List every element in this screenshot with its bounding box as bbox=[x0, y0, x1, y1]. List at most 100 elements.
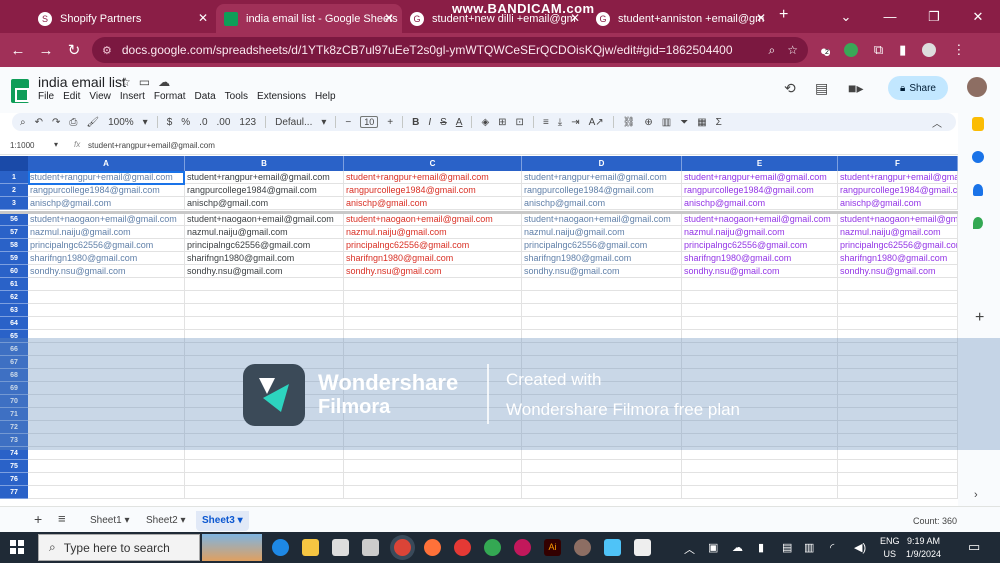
zoom-icon[interactable]: ⌕ bbox=[769, 43, 776, 58]
table-cell[interactable]: nazmul.naiju@gmail.com bbox=[344, 226, 522, 239]
table-cell[interactable]: student+rangpur+email@gmail.c bbox=[838, 171, 958, 184]
table-cell[interactable] bbox=[682, 486, 838, 499]
forward-icon[interactable]: → bbox=[32, 42, 60, 59]
row-header[interactable]: 77 bbox=[0, 486, 28, 499]
avatar[interactable] bbox=[967, 77, 987, 97]
table-cell[interactable] bbox=[682, 317, 838, 330]
row-header[interactable]: 76 bbox=[0, 473, 28, 486]
table-cell[interactable] bbox=[838, 473, 958, 486]
wifi-icon[interactable]: ◜ bbox=[830, 541, 834, 554]
row-header[interactable]: 59 bbox=[0, 252, 28, 265]
reload-icon[interactable]: ↻ bbox=[60, 41, 88, 59]
table-cell[interactable] bbox=[185, 291, 344, 304]
meet-icon[interactable]: ■▸ bbox=[848, 80, 863, 97]
cloud-icon[interactable]: ☁ bbox=[158, 75, 170, 89]
file-explorer-icon[interactable] bbox=[302, 539, 319, 556]
add-ons-icon[interactable]: + bbox=[975, 309, 984, 327]
sheets-logo-icon[interactable] bbox=[11, 79, 29, 103]
currency-button[interactable]: $ bbox=[167, 117, 173, 128]
table-cell[interactable]: principalngc62556@gmail.com bbox=[838, 239, 958, 252]
volume-icon[interactable]: ◀) bbox=[854, 541, 866, 554]
table-cell[interactable] bbox=[838, 291, 958, 304]
insert-comment-icon[interactable]: ⊕ bbox=[644, 117, 652, 128]
chrome-profile-2-icon[interactable] bbox=[514, 539, 531, 556]
row-header[interactable]: 58 bbox=[0, 239, 28, 252]
document-title[interactable]: india email list bbox=[38, 74, 126, 90]
minimize-icon[interactable]: — bbox=[868, 0, 912, 33]
table-cell[interactable]: nazmul.naiju@gmail.com bbox=[838, 226, 958, 239]
table-cell[interactable]: nazmul.naiju@gmail.com bbox=[682, 226, 838, 239]
chevron-down-icon[interactable]: ⌄ bbox=[824, 0, 868, 33]
more-vert-icon[interactable]: ⋮ bbox=[952, 42, 965, 58]
table-cell[interactable] bbox=[185, 304, 344, 317]
site-info-icon[interactable]: ⚙ bbox=[102, 44, 112, 57]
table-cell[interactable] bbox=[28, 291, 185, 304]
table-cell[interactable] bbox=[28, 304, 185, 317]
history-icon[interactable]: ⟲ bbox=[784, 80, 796, 97]
table-cell[interactable] bbox=[344, 317, 522, 330]
number-format-button[interactable]: 123 bbox=[239, 117, 256, 128]
menu-file[interactable]: File bbox=[38, 91, 54, 102]
table-cell[interactable] bbox=[682, 291, 838, 304]
table-cell[interactable] bbox=[522, 317, 682, 330]
illustrator-icon[interactable]: Ai bbox=[544, 539, 561, 556]
profile-icon[interactable] bbox=[922, 43, 937, 57]
tray-app-2-icon[interactable]: ▤ bbox=[782, 541, 792, 554]
browser-tab-search-2[interactable]: G student+anniston +email@gm ✕ bbox=[588, 4, 774, 33]
strikethrough-button[interactable]: S bbox=[440, 117, 447, 128]
formula-input[interactable]: student+rangpur+email@gmail.com bbox=[88, 141, 215, 150]
filter-views-icon[interactable]: ▦ bbox=[697, 117, 706, 128]
table-cell[interactable]: rangpurcollege1984@gmail.com bbox=[28, 184, 185, 197]
table-cell[interactable]: anischp@gmail.com bbox=[185, 197, 344, 210]
contacts-icon[interactable] bbox=[973, 184, 983, 196]
chevron-down-icon[interactable]: ▾ bbox=[54, 140, 58, 149]
menu-data[interactable]: Data bbox=[195, 91, 216, 102]
table-cell[interactable]: sharifngn1980@gmail.com bbox=[838, 252, 958, 265]
table-cell[interactable]: principalngc62556@gmail.com bbox=[185, 239, 344, 252]
frozen-rows-divider[interactable] bbox=[0, 211, 958, 214]
text-color-button[interactable]: A bbox=[456, 117, 463, 128]
table-cell[interactable]: student+naogaon+email@gmail.com bbox=[344, 213, 522, 226]
table-cell[interactable] bbox=[522, 291, 682, 304]
row-header[interactable]: 61 bbox=[0, 278, 28, 291]
table-cell[interactable] bbox=[185, 317, 344, 330]
table-cell[interactable] bbox=[344, 460, 522, 473]
table-cell[interactable] bbox=[28, 473, 185, 486]
show-side-panel-icon[interactable]: › bbox=[974, 489, 978, 501]
font-size-increase-icon[interactable]: + bbox=[387, 117, 393, 128]
close-tab-icon[interactable]: ✕ bbox=[756, 11, 766, 25]
extension-icon[interactable]: ●2 bbox=[820, 43, 830, 58]
row-header[interactable]: 75 bbox=[0, 460, 28, 473]
tasks-icon[interactable] bbox=[972, 151, 984, 163]
column-header-b[interactable]: B bbox=[185, 156, 344, 171]
table-cell[interactable]: sondhy.nsu@gmail.com bbox=[682, 265, 838, 278]
functions-button[interactable]: Σ bbox=[716, 117, 722, 128]
notes-icon[interactable] bbox=[604, 539, 621, 556]
table-cell[interactable] bbox=[682, 304, 838, 317]
table-cell[interactable]: student+rangpur+email@gmail.com bbox=[522, 171, 682, 184]
table-cell[interactable]: sharifngn1980@gmail.com bbox=[682, 252, 838, 265]
zoom-select[interactable]: 100% bbox=[108, 117, 134, 128]
table-cell[interactable] bbox=[838, 460, 958, 473]
tab-sheet3[interactable]: Sheet3 ▾ bbox=[196, 511, 249, 531]
table-cell[interactable]: rangpurcollege1984@gmail.com bbox=[522, 184, 682, 197]
table-cell[interactable]: sharifngn1980@gmail.com bbox=[522, 252, 682, 265]
tray-app-icon[interactable]: ▣ bbox=[708, 541, 718, 554]
undo-icon[interactable]: ↶ bbox=[35, 117, 43, 128]
column-header-e[interactable]: E bbox=[682, 156, 838, 171]
fill-color-icon[interactable]: ◈ bbox=[481, 117, 489, 128]
table-cell[interactable]: rangpurcollege1984@gmail.com bbox=[682, 184, 838, 197]
firefox-icon[interactable] bbox=[424, 539, 441, 556]
filter-icon[interactable]: ⏷ bbox=[680, 117, 688, 128]
merge-cells-icon[interactable]: ⊡ bbox=[516, 117, 524, 128]
table-cell[interactable]: sharifngn1980@gmail.com bbox=[28, 252, 185, 265]
comments-icon[interactable]: ▤ bbox=[815, 80, 828, 97]
table-cell[interactable]: anischp@gmail.com bbox=[344, 197, 522, 210]
edge-icon[interactable] bbox=[272, 539, 289, 556]
chrome-profile-icon[interactable] bbox=[484, 539, 501, 556]
table-cell[interactable] bbox=[682, 473, 838, 486]
mail-icon[interactable] bbox=[362, 539, 379, 556]
print-icon[interactable]: ⎙ bbox=[69, 117, 77, 128]
table-cell[interactable] bbox=[838, 304, 958, 317]
table-cell[interactable]: anischp@gmail.com bbox=[682, 197, 838, 210]
